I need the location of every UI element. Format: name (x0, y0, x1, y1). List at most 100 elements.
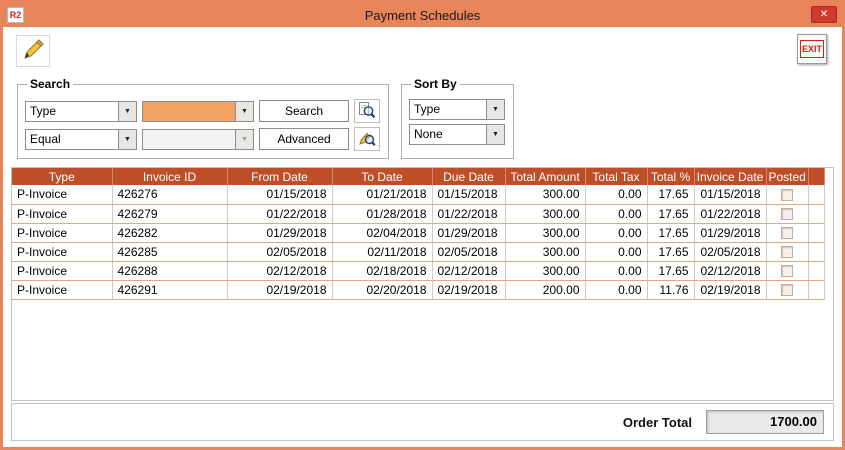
table-cell: 300.00 (505, 185, 585, 204)
sortby-groupbox-label: Sort By (411, 77, 460, 91)
table-cell: 300.00 (505, 223, 585, 242)
chevron-down-icon[interactable]: ▼ (235, 102, 253, 121)
posted-cell (766, 223, 808, 242)
order-total-label: Order Total (623, 415, 692, 430)
table-cell: 01/15/2018 (227, 185, 332, 204)
table-cell: 300.00 (505, 242, 585, 261)
chevron-down-icon[interactable]: ▼ (486, 100, 504, 119)
titlebar: R2 Payment Schedules ✕ (3, 3, 842, 27)
table-cell: 300.00 (505, 261, 585, 280)
table-cell: 01/22/2018 (227, 204, 332, 223)
filler-cell (808, 204, 824, 223)
payment-schedules-window: R2 Payment Schedules ✕ EXIT (0, 0, 845, 450)
footer-panel: Order Total 1700.00 (11, 403, 834, 441)
table-cell: 01/21/2018 (332, 185, 432, 204)
table-row[interactable]: P-Invoice42627601/15/201801/21/201801/15… (12, 185, 824, 204)
search-operator-combo[interactable]: Equal ▼ (25, 129, 137, 150)
table-cell: 17.65 (647, 242, 694, 261)
chevron-down-icon: ▼ (235, 130, 253, 149)
table-cell: 0.00 (585, 280, 647, 299)
column-header-total-amount[interactable]: Total Amount (505, 168, 585, 185)
payment-schedule-table: TypeInvoice IDFrom DateTo DateDue DateTo… (12, 168, 825, 300)
table-row[interactable]: P-Invoice42628201/29/201802/04/201801/29… (12, 223, 824, 242)
exit-icon: EXIT (800, 40, 824, 58)
column-header-invoice-date[interactable]: Invoice Date (694, 168, 766, 185)
table-cell: 426282 (112, 223, 227, 242)
table-cell: 02/05/2018 (694, 242, 766, 261)
advanced-button[interactable]: Advanced (259, 128, 349, 150)
filler-cell (808, 280, 824, 299)
table-header-row: TypeInvoice IDFrom DateTo DateDue DateTo… (12, 168, 824, 185)
table-row[interactable]: P-Invoice42628802/12/201802/18/201802/12… (12, 261, 824, 280)
filler-cell (808, 185, 824, 204)
column-header-due-date[interactable]: Due Date (432, 168, 505, 185)
chevron-down-icon[interactable]: ▼ (486, 125, 504, 144)
table-cell: 17.65 (647, 261, 694, 280)
posted-checkbox[interactable] (781, 208, 793, 220)
table-row[interactable]: P-Invoice42628502/05/201802/11/201802/05… (12, 242, 824, 261)
search-operator-criteria-value (143, 130, 235, 149)
posted-checkbox[interactable] (781, 246, 793, 258)
toolbar: EXIT (3, 27, 842, 77)
content-area: EXIT Search Type ▼ ▼ Search (3, 27, 842, 447)
table-cell: 17.65 (647, 204, 694, 223)
window-title: Payment Schedules (3, 8, 842, 23)
pencil-icon (21, 38, 45, 65)
posted-checkbox[interactable] (781, 189, 793, 201)
advanced-tool-button[interactable] (354, 127, 380, 151)
search-groupbox: Search Type ▼ ▼ Search (17, 77, 389, 159)
exit-button[interactable]: EXIT (797, 34, 827, 64)
sort-primary-combo[interactable]: Type ▼ (409, 99, 505, 120)
table-cell: 02/20/2018 (332, 280, 432, 299)
column-header-from-date[interactable]: From Date (227, 168, 332, 185)
posted-checkbox[interactable] (781, 265, 793, 277)
table-cell: 02/05/2018 (432, 242, 505, 261)
table-cell: 02/11/2018 (332, 242, 432, 261)
table-row[interactable]: P-Invoice42627901/22/201801/28/201801/22… (12, 204, 824, 223)
table-cell: 01/29/2018 (227, 223, 332, 242)
sortby-groupbox: Sort By Type ▼ None ▼ (401, 77, 514, 159)
table-cell: 426288 (112, 261, 227, 280)
table-cell: 02/05/2018 (227, 242, 332, 261)
column-header-total-tax[interactable]: Total Tax (585, 168, 647, 185)
search-field-combo[interactable]: Type ▼ (25, 101, 137, 122)
chevron-down-icon[interactable]: ▼ (118, 102, 136, 121)
table-cell: 426279 (112, 204, 227, 223)
table-cell: 02/19/2018 (432, 280, 505, 299)
magnifier-document-icon (358, 101, 376, 122)
search-operator-value: Equal (26, 130, 118, 149)
close-icon: ✕ (820, 9, 828, 20)
table-cell: 02/12/2018 (432, 261, 505, 280)
table-cell: 200.00 (505, 280, 585, 299)
search-criteria-combo[interactable]: ▼ (142, 101, 254, 122)
column-header-type[interactable]: Type (12, 168, 112, 185)
sort-secondary-combo[interactable]: None ▼ (409, 124, 505, 145)
search-button[interactable]: Search (259, 100, 349, 122)
column-header-to-date[interactable]: To Date (332, 168, 432, 185)
close-button[interactable]: ✕ (811, 6, 837, 23)
table-cell: 01/29/2018 (694, 223, 766, 242)
filler-cell (808, 242, 824, 261)
table-cell: 01/22/2018 (694, 204, 766, 223)
table-cell: 01/15/2018 (694, 185, 766, 204)
filler-cell (808, 223, 824, 242)
column-header-filler (808, 168, 824, 185)
chevron-down-icon[interactable]: ▼ (118, 130, 136, 149)
search-tool-button[interactable] (354, 99, 380, 123)
search-row-2: Equal ▼ ▼ Advanced (25, 127, 380, 151)
search-operator-criteria-combo: ▼ (142, 129, 254, 150)
posted-checkbox[interactable] (781, 227, 793, 239)
table-cell: 01/15/2018 (432, 185, 505, 204)
edit-button[interactable] (16, 35, 50, 67)
column-header-posted[interactable]: Posted (766, 168, 808, 185)
table-cell: 17.65 (647, 185, 694, 204)
table-cell: 02/04/2018 (332, 223, 432, 242)
table-cell: P-Invoice (12, 223, 112, 242)
column-header-invoice-id[interactable]: Invoice ID (112, 168, 227, 185)
posted-checkbox[interactable] (781, 284, 793, 296)
schedule-table-panel: TypeInvoice IDFrom DateTo DateDue DateTo… (11, 167, 834, 401)
table-row[interactable]: P-Invoice42629102/19/201802/20/201802/19… (12, 280, 824, 299)
table-cell: 17.65 (647, 223, 694, 242)
table-cell: 02/18/2018 (332, 261, 432, 280)
column-header-total-[interactable]: Total % (647, 168, 694, 185)
